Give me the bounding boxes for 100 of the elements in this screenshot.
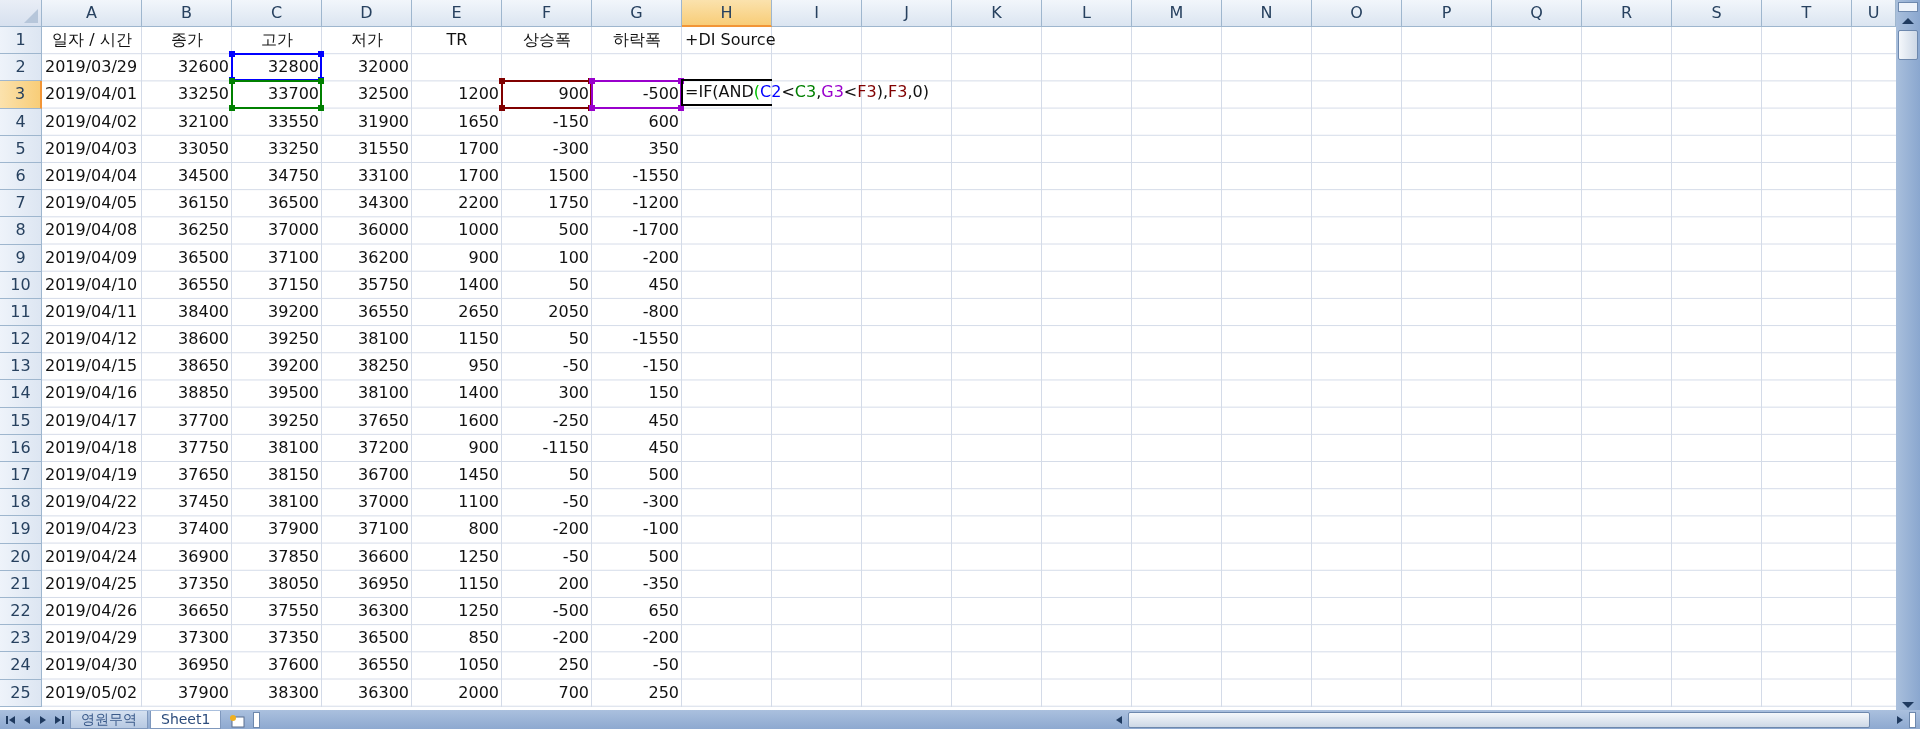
sheet-tab[interactable]: Sheet1 (150, 711, 222, 729)
table-cell-text: 500 (647, 545, 680, 568)
row-header[interactable]: 12 (0, 326, 42, 354)
table-cell-text: 1400 (457, 273, 500, 296)
column-header[interactable]: L (1042, 0, 1132, 27)
column-header[interactable]: T (1762, 0, 1852, 27)
column-header[interactable]: P (1402, 0, 1492, 27)
table-cell-text: 2019/04/26 (44, 599, 139, 622)
row-header[interactable]: 5 (0, 135, 42, 163)
table-cell-text: 39200 (267, 355, 320, 378)
table-cell-text: -200 (551, 627, 590, 650)
row-header[interactable]: 13 (0, 353, 42, 381)
scroll-right-arrow-icon[interactable] (1894, 713, 1905, 726)
row-header[interactable]: 7 (0, 190, 42, 218)
table-cell-text: 38100 (357, 382, 410, 405)
split-handle-icon[interactable] (1908, 711, 1916, 728)
column-header[interactable]: B (142, 0, 232, 27)
column-header[interactable]: K (952, 0, 1042, 27)
column-header[interactable]: A (42, 0, 142, 27)
table-cell-text: 1750 (547, 192, 590, 215)
table-cell-text: 38250 (357, 355, 410, 378)
table-cell-text: +DI Source (684, 29, 777, 51)
scroll-thumb[interactable] (1898, 30, 1918, 60)
table-cell-text: 300 (557, 382, 590, 405)
table-cell-text: -50 (561, 545, 590, 568)
table-cell-text: 2019/04/29 (44, 627, 139, 650)
column-header[interactable]: D (322, 0, 412, 27)
sheet-tab[interactable]: 영원무역 (70, 711, 148, 729)
row-header[interactable]: 2 (0, 54, 42, 82)
scroll-left-arrow-icon[interactable] (1114, 713, 1125, 726)
table-cell-text: 36300 (357, 681, 410, 704)
table-cell-text: 36550 (357, 654, 410, 677)
row-header[interactable]: 24 (0, 652, 42, 680)
row-header[interactable]: 3 (0, 81, 42, 109)
table-cell-text: 37000 (357, 491, 410, 514)
table-cell-text: 1700 (457, 164, 500, 187)
split-handle-icon[interactable] (1898, 2, 1918, 12)
row-header[interactable]: 10 (0, 271, 42, 299)
row-header[interactable]: 1 (0, 27, 42, 55)
table-cell-text: 50 (567, 273, 590, 296)
last-sheet-icon[interactable] (52, 713, 66, 726)
row-header[interactable]: 9 (0, 244, 42, 272)
table-cell-text: 100 (557, 246, 590, 269)
table-cell-text: 2019/04/11 (44, 300, 139, 323)
row-header[interactable]: 18 (0, 489, 42, 517)
table-cell-text: 650 (647, 599, 680, 622)
table-cell-text: 36500 (357, 627, 410, 650)
scroll-up-arrow-icon[interactable] (1900, 16, 1916, 26)
column-header[interactable]: N (1222, 0, 1312, 27)
table-cell-text: -200 (641, 627, 680, 650)
row-header[interactable]: 8 (0, 217, 42, 245)
column-header[interactable]: H (682, 0, 772, 27)
column-header[interactable]: E (412, 0, 502, 27)
table-cell-text: 37600 (267, 654, 320, 677)
row-header[interactable]: 16 (0, 434, 42, 462)
column-header[interactable]: F (502, 0, 592, 27)
column-header[interactable]: Q (1492, 0, 1582, 27)
column-header[interactable]: C (232, 0, 322, 27)
table-cell-text: -300 (641, 491, 680, 514)
row-header[interactable]: 21 (0, 570, 42, 598)
row-header[interactable]: 22 (0, 597, 42, 626)
table-cell-text: 2019/04/24 (44, 545, 139, 568)
scroll-down-arrow-icon[interactable] (1900, 700, 1916, 710)
row-header[interactable]: 25 (0, 679, 42, 707)
table-cell-text: 2019/04/23 (44, 518, 139, 541)
table-cell-text: 33100 (357, 164, 410, 187)
row-header[interactable]: 23 (0, 625, 42, 653)
table-cell-text: 31900 (357, 110, 410, 133)
table-cell-text: 32500 (357, 83, 410, 106)
table-cell-text: 800 (467, 518, 500, 541)
column-header[interactable]: G (592, 0, 682, 27)
table-cell-text: 36500 (177, 246, 230, 269)
row-header[interactable]: 4 (0, 108, 42, 136)
row-header[interactable]: 15 (0, 407, 42, 435)
column-header[interactable]: I (772, 0, 862, 27)
column-header[interactable]: R (1582, 0, 1672, 27)
row-header[interactable]: 14 (0, 380, 42, 408)
first-sheet-icon[interactable] (4, 713, 18, 726)
vertical-scrollbar[interactable] (1896, 0, 1920, 710)
table-cell-text: 1500 (547, 164, 590, 187)
table-cell-text: 450 (647, 409, 680, 432)
column-header[interactable]: U (1852, 0, 1896, 27)
formula-editor[interactable]: =IF(AND(C2<C3,G3<F3),F3,0) (681, 79, 929, 107)
row-header[interactable]: 11 (0, 298, 42, 327)
table-cell-text: 250 (557, 654, 590, 677)
column-header[interactable]: O (1312, 0, 1402, 27)
split-handle-icon[interactable] (253, 711, 261, 728)
table-cell-text: 31550 (357, 137, 410, 160)
table-cell-text: 2019/04/12 (44, 328, 139, 351)
column-header[interactable]: M (1132, 0, 1222, 27)
table-cell-text: 38100 (267, 491, 320, 514)
column-header[interactable]: J (862, 0, 952, 27)
row-header[interactable]: 17 (0, 462, 42, 490)
row-header[interactable]: 19 (0, 516, 42, 544)
table-cell-text: 37450 (177, 491, 230, 514)
row-header[interactable]: 20 (0, 543, 42, 571)
table-cell-text: 450 (647, 273, 680, 296)
row-header[interactable]: 6 (0, 162, 42, 191)
table-cell-text: 38100 (357, 328, 410, 351)
column-header[interactable]: S (1672, 0, 1762, 27)
